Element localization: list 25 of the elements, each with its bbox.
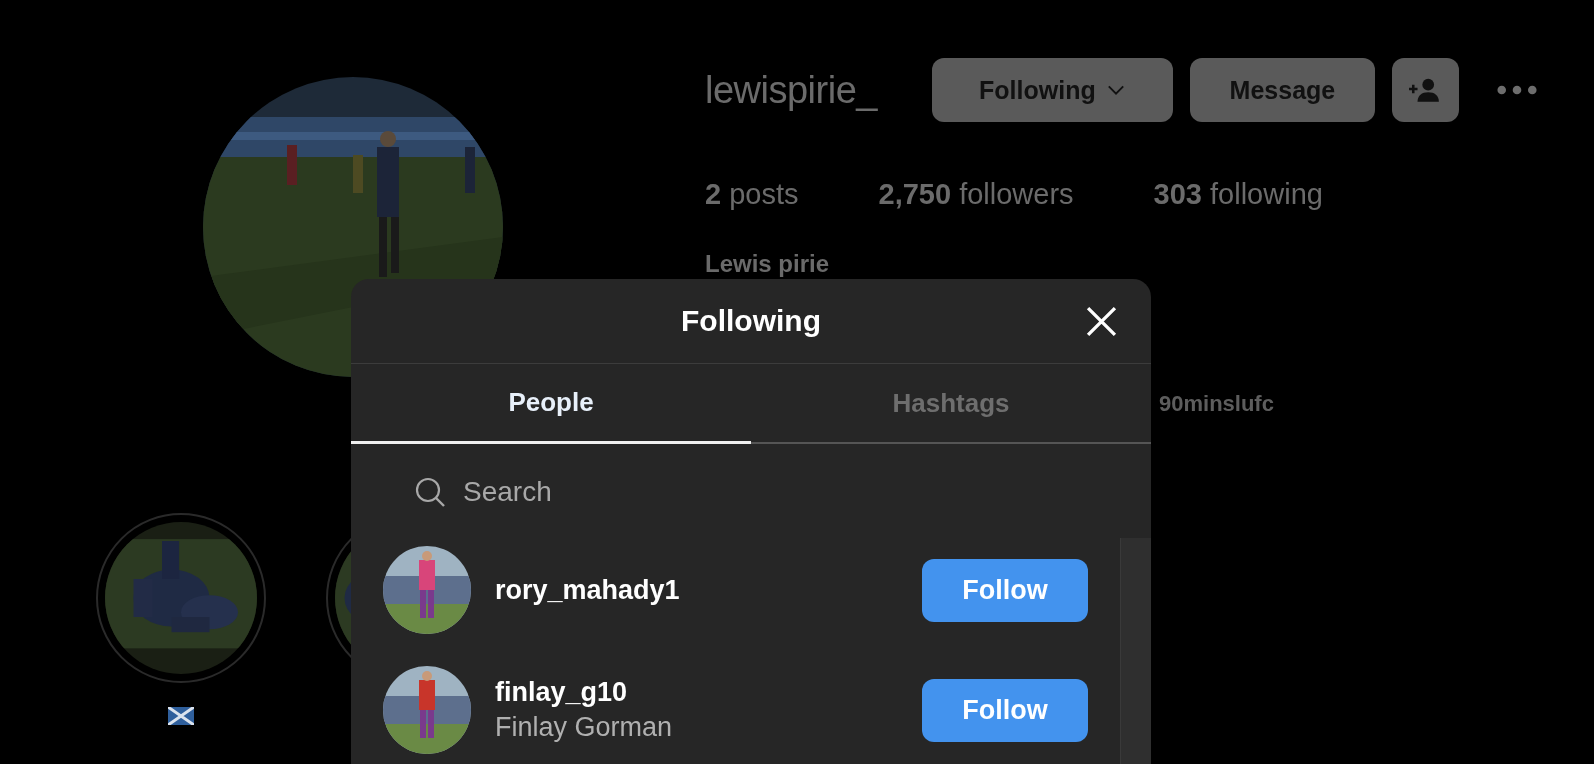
profile-stat[interactable]: 2 posts <box>705 178 799 211</box>
add-person-button[interactable] <box>1391 58 1459 122</box>
scrollbar[interactable] <box>1120 538 1151 764</box>
tab[interactable]: Hashtags <box>751 364 1151 444</box>
message-button[interactable]: Message <box>1189 58 1375 122</box>
profile-stat[interactable]: 303 following <box>1153 178 1323 211</box>
profile-link[interactable]: 90minslufc <box>1159 391 1274 417</box>
more-options-icon[interactable] <box>1495 84 1538 96</box>
following-button[interactable]: Following <box>931 58 1173 122</box>
account-username[interactable]: rory_mahady1 <box>495 574 922 606</box>
account-full-name: Finlay Gorman <box>495 712 674 743</box>
search-field[interactable]: Search <box>461 475 865 509</box>
username: lewispirie_ <box>705 68 877 112</box>
flag-icon <box>168 707 194 725</box>
follow-button[interactable]: Follow <box>922 558 1088 622</box>
add-person-icon <box>1409 78 1442 102</box>
account-username[interactable]: finlay_g10 <box>495 677 922 708</box>
search-icon <box>415 477 445 507</box>
close-icon[interactable] <box>1086 306 1117 337</box>
dialog-title: Following <box>681 304 821 338</box>
highlight-ring[interactable] <box>96 513 266 683</box>
tab[interactable]: People <box>351 364 751 444</box>
follow-button[interactable]: Follow <box>922 678 1088 742</box>
full-name: Lewis pirie <box>705 251 830 277</box>
profile-stat[interactable]: 2,750 followers <box>878 178 1074 211</box>
